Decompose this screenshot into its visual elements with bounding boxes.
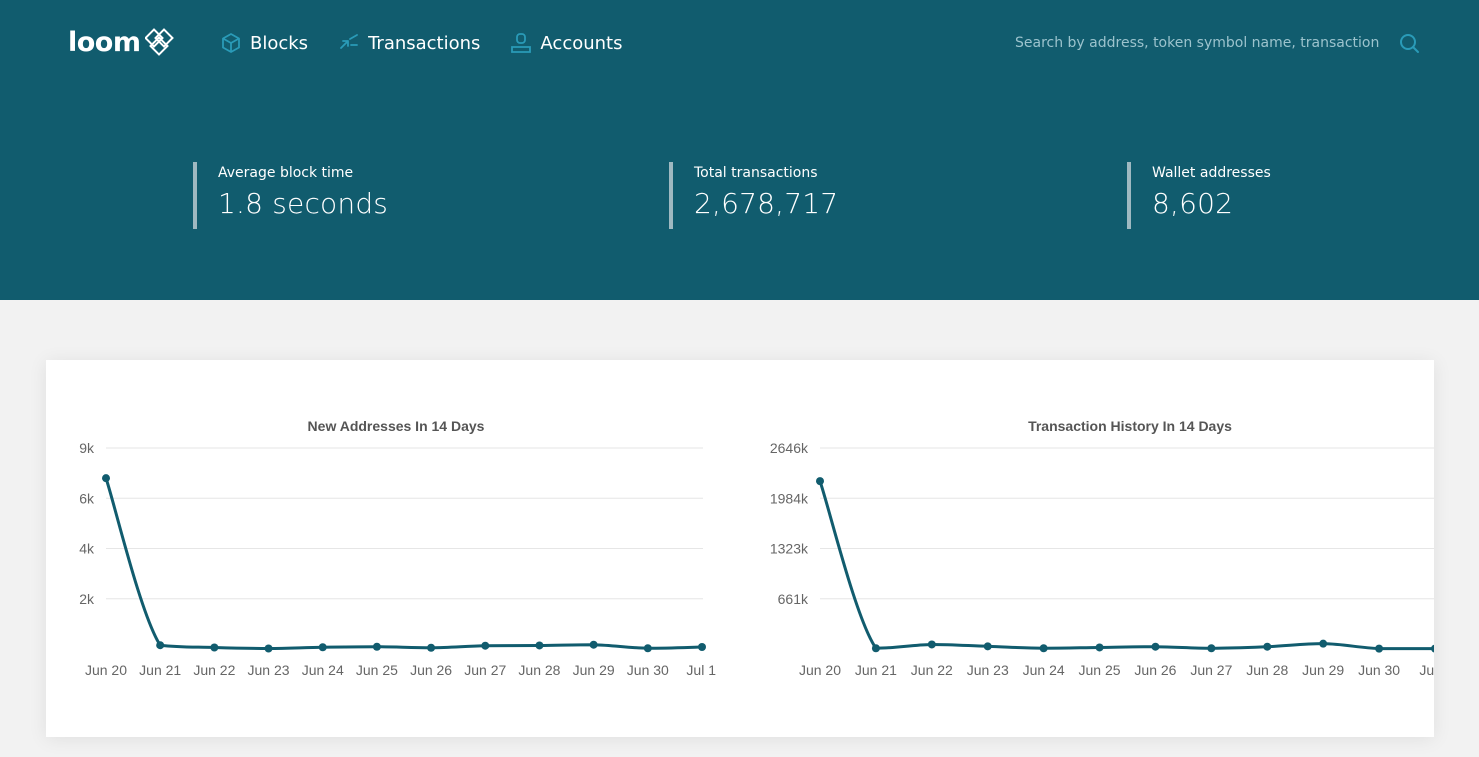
charts-card: New Addresses In 14 Days 9k 6k 4k 2k Jun 20 Ju…: [46, 360, 1434, 737]
x-tick-label: Jun 25: [1079, 662, 1121, 678]
data-point[interactable]: [372, 642, 381, 651]
arrows-exchange-icon: [340, 34, 358, 49]
transaction-history-chart: Transaction History In 14 Days 2646k 1984k…: [770, 418, 1434, 678]
y-tick-label: 2646k: [770, 440, 809, 456]
user-account-icon: [511, 33, 532, 53]
data-point[interactable]: [427, 643, 436, 652]
data-point[interactable]: [698, 642, 706, 651]
y-tick-label: 1984k: [770, 490, 809, 506]
data-point[interactable]: [1207, 644, 1216, 653]
data-point[interactable]: [1319, 639, 1328, 648]
search-icon[interactable]: [1398, 32, 1420, 54]
x-tick-label: Jun 27: [464, 662, 506, 678]
logo-text: loom: [68, 26, 141, 58]
data-point[interactable]: [535, 641, 544, 650]
cube-icon: [222, 33, 240, 53]
x-tick-label: Jun 24: [1023, 662, 1065, 678]
data-point[interactable]: [318, 643, 327, 652]
series-line: [104, 477, 703, 650]
nav-label-accounts: Accounts: [540, 32, 623, 54]
x-tick-label: Jun 27: [1190, 662, 1232, 678]
header: loom Blocks Transactions Accounts Search…: [0, 0, 1479, 300]
data-point[interactable]: [643, 644, 652, 653]
search-bar: [1010, 28, 1420, 58]
x-tick-label: Jun 23: [967, 662, 1009, 678]
x-tick-label: Jun 26: [1134, 662, 1176, 678]
y-tick-label: 2k: [79, 591, 95, 607]
stat-total-transactions: Total transactions 2,678,717: [669, 162, 969, 229]
data-point[interactable]: [1095, 643, 1104, 652]
x-tick-label: Jun 26: [410, 662, 452, 678]
data-point[interactable]: [481, 641, 490, 650]
data-point[interactable]: [102, 474, 110, 483]
x-tick-label: Jun 24: [302, 662, 344, 678]
x-tick-label: Jun 30: [627, 662, 669, 678]
chart-title: Transaction History In 14 Days: [1028, 418, 1232, 434]
stat-average-block-time: Average block time 1.8 seconds: [193, 162, 493, 229]
stat-wallet-addresses: Wallet addresses 8,602: [1127, 162, 1427, 229]
data-point[interactable]: [983, 642, 992, 651]
stat-label: Average block time: [218, 165, 354, 181]
stat-value: 2,678,717: [694, 187, 839, 220]
data-point[interactable]: [1263, 642, 1272, 651]
x-tick-label: Jun 28: [1246, 662, 1288, 678]
new-addresses-chart: New Addresses In 14 Days 9k 6k 4k 2k Jun 20 Ju…: [79, 418, 716, 678]
x-tick-label: Jun 25: [356, 662, 398, 678]
y-tick-label: 6k: [79, 490, 95, 506]
x-tick-label: Jun 21: [855, 662, 897, 678]
x-tick-label: Jun 20: [85, 662, 127, 678]
search-input[interactable]: [1010, 28, 1380, 58]
loom-logo[interactable]: loom: [68, 24, 175, 60]
y-tick-label: 1323k: [770, 541, 809, 557]
y-tick-label: 9k: [79, 440, 95, 456]
x-tick-label: Jun 23: [248, 662, 290, 678]
data-point[interactable]: [1431, 644, 1434, 653]
data-point[interactable]: [871, 644, 880, 653]
chart-title: New Addresses In 14 Days: [308, 418, 485, 434]
x-tick-label: Jun 20: [799, 662, 841, 678]
main-nav: Blocks Transactions Accounts: [220, 28, 652, 58]
nav-item-transactions[interactable]: Transactions: [338, 32, 480, 54]
x-tick-label: Jun 22: [193, 662, 235, 678]
nav-item-blocks[interactable]: Blocks: [220, 32, 308, 54]
loom-knot-icon: [144, 28, 174, 56]
data-point[interactable]: [816, 477, 824, 486]
x-tick-label: Jun 22: [911, 662, 953, 678]
x-tick-label: Jun 29: [573, 662, 615, 678]
x-tick-label: Jun 28: [518, 662, 560, 678]
nav-item-accounts[interactable]: Accounts: [510, 32, 622, 54]
stat-label: Wallet addresses: [1152, 165, 1271, 181]
stat-value: 1.8 seconds: [218, 187, 389, 220]
x-tick-label: Jun 30: [1358, 662, 1400, 678]
x-tick-label: Jul 1: [686, 662, 716, 678]
data-point[interactable]: [589, 640, 598, 649]
y-tick-label: 4k: [79, 541, 95, 557]
data-point[interactable]: [156, 641, 165, 650]
data-point[interactable]: [264, 644, 273, 653]
data-point[interactable]: [1375, 644, 1384, 653]
data-point[interactable]: [1151, 642, 1160, 651]
x-tick-label: Jun 21: [139, 662, 181, 678]
x-tick-label: Jul 1: [1419, 662, 1434, 678]
series-line: [818, 480, 1434, 651]
data-point[interactable]: [1039, 644, 1048, 653]
stat-label: Total transactions: [694, 165, 818, 181]
x-tick-label: Jun 29: [1302, 662, 1344, 678]
nav-label-transactions: Transactions: [368, 32, 481, 54]
y-tick-label: 661k: [778, 591, 809, 607]
data-point[interactable]: [927, 640, 936, 649]
stat-value: 8,602: [1152, 187, 1234, 220]
nav-label-blocks: Blocks: [250, 32, 309, 54]
data-point[interactable]: [210, 643, 219, 652]
